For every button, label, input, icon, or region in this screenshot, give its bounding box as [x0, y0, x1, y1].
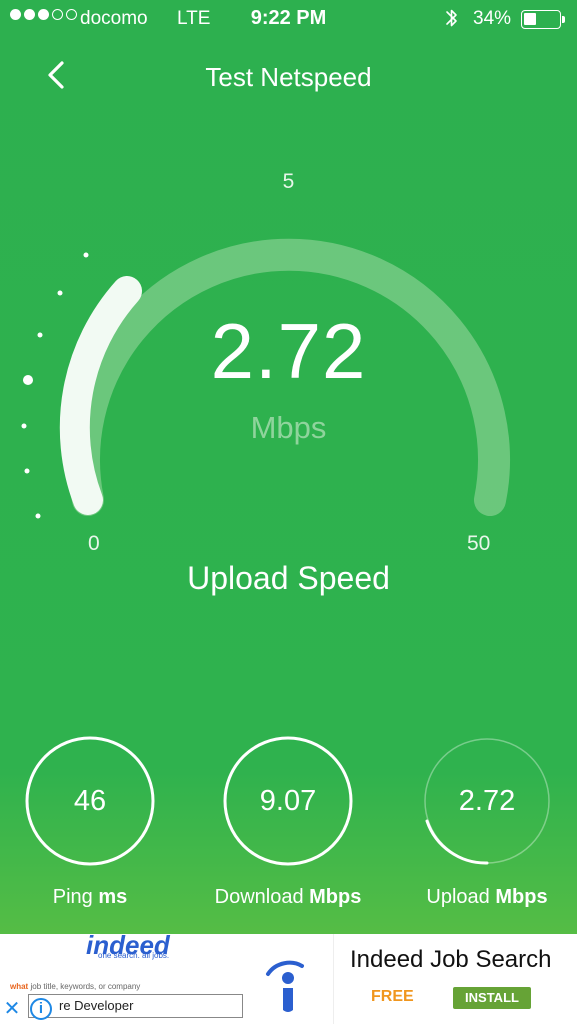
download-label: Download Mbps [188, 886, 388, 909]
ad-what-hint: what job title, keywords, or company [10, 982, 140, 991]
ping-label-text: Ping [52, 886, 93, 908]
ad-price: FREE [371, 988, 414, 1005]
upload-stat: 2.72 [422, 736, 552, 866]
gauge-tick-top: 5 [282, 170, 295, 193]
download-value: 9.07 [259, 785, 317, 817]
speed-value: 2.72 [210, 307, 367, 395]
ad-search-field: re Developer [28, 994, 243, 1018]
download-unit: Mbps [309, 886, 362, 908]
ad-what-hint-text: job title, keywords, or company [30, 982, 141, 991]
download-stat: 9.07 [223, 736, 353, 866]
close-icon[interactable]: ✕ [2, 998, 22, 1020]
battery-icon [521, 10, 561, 29]
upload-unit: Mbps [495, 886, 548, 908]
ping-unit: ms [98, 886, 128, 908]
test-mode-title: Upload Speed [187, 560, 390, 596]
page-title: Test Netspeed [205, 62, 372, 92]
speed-unit: Mbps [250, 410, 327, 445]
ping-label: Ping ms [0, 886, 190, 909]
battery-percent: 34% [473, 8, 512, 29]
upload-label-text: Upload [426, 886, 490, 908]
status-bar: docomo LTE 9:22 PM 34% [0, 0, 577, 40]
ad-tagline: one search. all jobs. [98, 951, 170, 960]
download-label-text: Download [214, 886, 304, 908]
install-button[interactable]: INSTALL [453, 987, 531, 1009]
ad-app-title: Indeed Job Search [350, 946, 552, 973]
indeed-app-icon [266, 960, 304, 1012]
info-icon[interactable]: i [30, 998, 52, 1020]
ad-banner[interactable]: indeed one search. all jobs. what job ti… [0, 930, 577, 1024]
ad-creative[interactable]: indeed one search. all jobs. what job ti… [0, 930, 262, 1024]
upload-label: Upload Mbps [387, 886, 577, 909]
upload-value: 2.72 [458, 785, 516, 817]
bluetooth-icon [446, 9, 457, 27]
gauge-tick-min: 0 [88, 532, 100, 555]
ping-value: 46 [73, 785, 107, 817]
gauge-tick-max: 50 [467, 532, 491, 555]
ad-what-label: what [10, 982, 29, 991]
ping-stat: 46 [25, 736, 155, 866]
